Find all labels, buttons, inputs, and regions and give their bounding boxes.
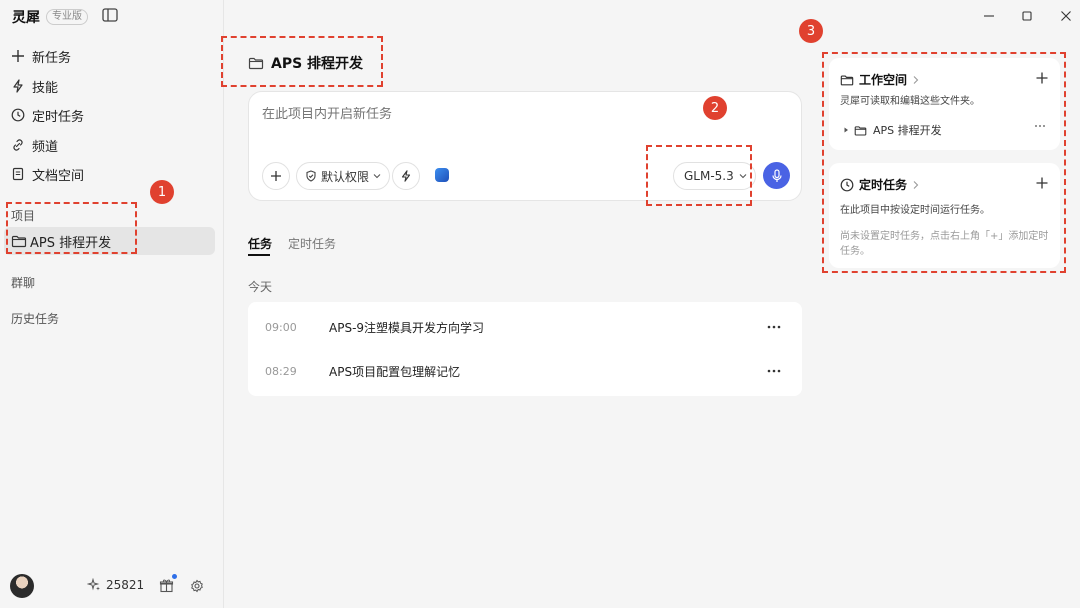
tab-scheduled[interactable]: 定时任务 [288,235,336,252]
maximize-icon[interactable] [1019,8,1035,24]
link-icon [10,137,26,153]
annotation-badge-3: 3 [799,19,823,43]
day-group-label: 今天 [248,280,273,294]
gift-icon[interactable] [159,578,174,593]
nav-channels[interactable]: 频道 [10,132,215,158]
permission-dropdown[interactable]: 默认权限 [296,162,391,190]
nav-skills[interactable]: 技能 [10,73,215,99]
nav-new-task[interactable]: 新任务 [10,43,215,69]
nav-scheduled-tasks[interactable]: 定时任务 [10,102,215,128]
notification-dot [172,574,177,579]
minimize-icon[interactable] [981,8,997,24]
task-row[interactable]: 08:29 APS项目配置包理解记忆 [248,349,802,393]
new-task-input[interactable] [262,107,762,122]
nav-document-space[interactable]: 文档空间 [10,161,215,187]
nav-label: 频道 [32,139,59,155]
task-time: 08:29 [265,364,297,378]
sidebar-toggle-icon[interactable] [102,8,118,22]
annotation-box-1 [6,202,137,254]
document-icon [10,166,26,182]
annotation-badge-1: 1 [150,180,174,204]
microphone-icon [771,168,783,183]
edition-badge: 专业版 [46,9,88,25]
sidebar: 灵犀 专业版 新任务 技能 定时任务 频道 文档空间 项目 APS 排程开发 群… [0,0,224,608]
more-icon[interactable] [766,319,782,335]
task-title: APS-9注塑模具开发方向学习 [329,320,485,335]
chevron-down-icon [373,173,381,179]
tab-tasks[interactable]: 任务 [248,235,272,252]
clock-icon [10,107,26,123]
task-time: 09:00 [265,320,297,334]
task-title: APS项目配置包理解记忆 [329,364,461,379]
microphone-button[interactable] [763,162,790,189]
close-icon[interactable] [1058,8,1074,24]
more-icon[interactable] [766,363,782,379]
app-integration-icon[interactable] [435,168,449,182]
active-tab-indicator [248,254,270,256]
sparkle-icon [87,578,101,592]
credits[interactable]: 25821 [87,578,144,592]
nav-label: 定时任务 [32,109,85,125]
annotation-badge-2: 2 [703,96,727,120]
nav-label: 技能 [32,80,59,96]
annotation-box-3 [822,52,1066,273]
lightning-icon [10,78,26,94]
history-tasks-label[interactable]: 历史任务 [11,310,59,327]
permission-label: 默认权限 [321,169,370,184]
attach-button[interactable] [262,162,290,190]
app-name: 灵犀 [12,10,40,26]
gear-icon[interactable] [190,579,204,593]
nav-label: 文档空间 [32,168,85,184]
quick-action-button[interactable] [392,162,420,190]
nav-label: 新任务 [32,50,72,66]
group-chat-label[interactable]: 群聊 [11,274,35,291]
credits-value: 25821 [106,578,145,592]
annotation-box-project-title [221,36,383,87]
task-row[interactable]: 09:00 APS-9注塑模具开发方向学习 [248,305,802,349]
plus-icon [10,48,26,64]
annotation-box-2 [646,145,752,206]
task-list: 09:00 APS-9注塑模具开发方向学习 08:29 APS项目配置包理解记忆 [248,302,802,396]
shield-icon [305,170,317,182]
avatar[interactable] [10,574,34,598]
brand: 灵犀 专业版 [12,7,88,27]
